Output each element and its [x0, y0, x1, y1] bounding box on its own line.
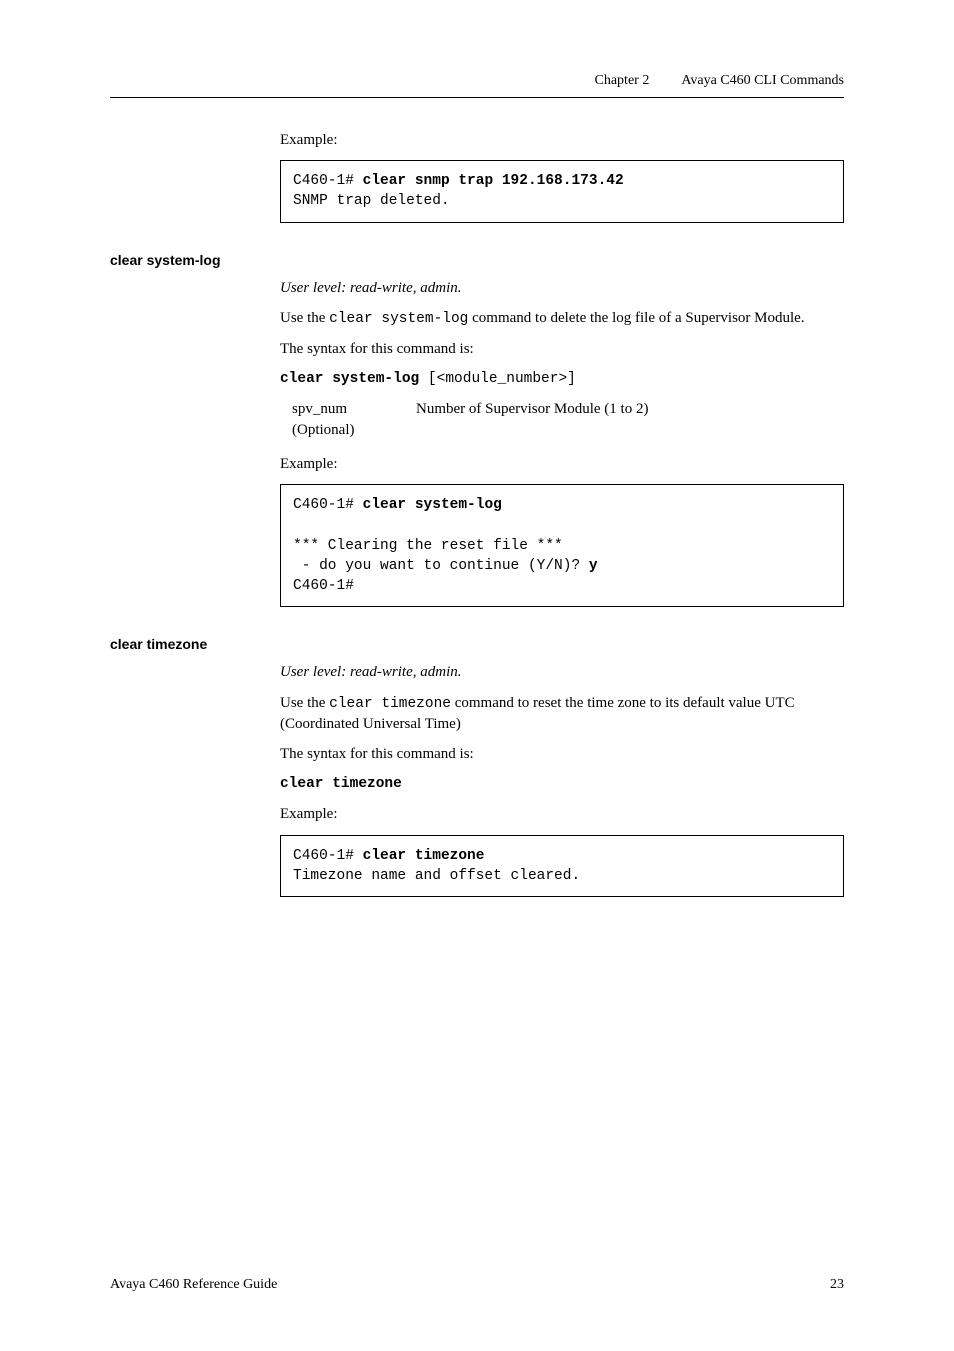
- section-heading: clear system-log: [110, 251, 844, 270]
- param-row: spv_num (Optional) Number of Supervisor …: [292, 399, 844, 440]
- desc-code: clear system-log: [329, 311, 468, 327]
- desc-suffix: command to delete the log file of a Supe…: [468, 310, 804, 326]
- param-name-line2: (Optional): [292, 420, 388, 440]
- syntax-label: The syntax for this command is:: [280, 339, 844, 359]
- chapter-label: Chapter 2: [595, 72, 650, 91]
- page: Chapter 2 Avaya C460 CLI Commands Exampl…: [0, 0, 954, 1351]
- desc-prefix: Use the: [280, 695, 329, 711]
- syntax-line: clear timezone: [280, 775, 844, 795]
- command-text: clear snmp trap 192.168.173.42: [363, 173, 624, 189]
- chapter-title: Avaya C460 CLI Commands: [681, 72, 844, 91]
- page-footer: Avaya C460 Reference Guide 23: [110, 1276, 844, 1295]
- example-label: Example:: [280, 130, 844, 150]
- code-block: C460-1# clear timezone Timezone name and…: [280, 835, 844, 898]
- example-label: Example:: [280, 454, 844, 474]
- prompt-text: C460-1#: [293, 578, 354, 594]
- command-text: clear system-log: [363, 497, 502, 513]
- desc-prefix: Use the: [280, 310, 329, 326]
- description-text: Use the clear system-log command to dele…: [280, 308, 844, 330]
- syntax-cmd: clear timezone: [280, 776, 402, 792]
- user-input: y: [589, 558, 598, 574]
- user-level-text: User level: read-write, admin.: [280, 662, 844, 682]
- command-text: clear timezone: [363, 848, 485, 864]
- prompt-text: C460-1#: [293, 848, 363, 864]
- code-block: C460-1# clear snmp trap 192.168.173.42 S…: [280, 160, 844, 223]
- section-heading: clear timezone: [110, 635, 844, 654]
- prompt-text: C460-1#: [293, 173, 363, 189]
- prompt-text: C460-1#: [293, 497, 363, 513]
- content-column: Example: C460-1# clear snmp trap 192.168…: [110, 130, 844, 897]
- page-number: 23: [830, 1276, 844, 1295]
- output-text: Timezone name and offset cleared.: [293, 868, 580, 884]
- footer-left: Avaya C460 Reference Guide: [110, 1276, 277, 1295]
- syntax-label: The syntax for this command is:: [280, 744, 844, 764]
- output-text: - do you want to continue (Y/N)?: [293, 558, 589, 574]
- code-block: C460-1# clear system-log *** Clearing th…: [280, 484, 844, 607]
- user-level-text: User level: read-write, admin.: [280, 278, 844, 298]
- running-head: Chapter 2 Avaya C460 CLI Commands: [110, 72, 844, 98]
- example-label: Example:: [280, 804, 844, 824]
- syntax-line: clear system-log [<module_number>]: [280, 370, 844, 390]
- syntax-cmd: clear system-log: [280, 371, 419, 387]
- param-desc: Number of Supervisor Module (1 to 2): [416, 399, 648, 440]
- param-name: spv_num (Optional): [292, 399, 388, 440]
- syntax-args: [<module_number>]: [419, 371, 576, 387]
- desc-code: clear timezone: [329, 696, 451, 712]
- output-text: *** Clearing the reset file ***: [293, 538, 563, 554]
- description-text: Use the clear timezone command to reset …: [280, 693, 844, 735]
- output-text: SNMP trap deleted.: [293, 193, 450, 209]
- param-name-line1: spv_num: [292, 399, 388, 419]
